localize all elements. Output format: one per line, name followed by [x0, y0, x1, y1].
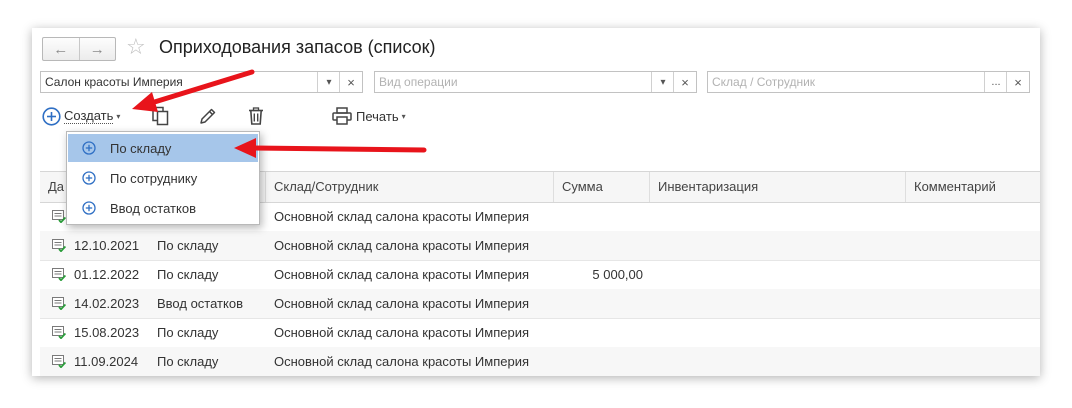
row-sum [553, 347, 643, 376]
menu-item-label: Ввод остатков [110, 200, 196, 216]
column-inventory[interactable]: Инвентаризация [649, 172, 905, 202]
posted-document-icon [52, 268, 66, 281]
posted-document-icon [52, 297, 66, 310]
row-type: По складу [157, 354, 219, 369]
copy-button[interactable] [151, 104, 171, 128]
column-warehouse[interactable]: Склад/Сотрудник [265, 172, 553, 202]
operation-clear-button[interactable]: × [673, 72, 696, 92]
close-icon: × [681, 74, 689, 90]
plus-circle-icon [42, 106, 61, 126]
row-sum [553, 231, 643, 260]
warehouse-select-button[interactable]: ... [984, 72, 1007, 92]
warehouse-filter-placeholder: Склад / Сотрудник [712, 75, 816, 89]
arrow-left-icon: ← [53, 40, 69, 58]
delete-button[interactable] [246, 104, 266, 128]
operation-dropdown-button[interactable]: ▾ [651, 72, 674, 92]
arrow-right-icon: → [89, 40, 105, 58]
organization-clear-button[interactable]: × [339, 72, 362, 92]
row-date: 15.08.2023 [74, 325, 140, 340]
chevron-down-icon: ▾ [660, 76, 666, 88]
edit-button[interactable] [198, 104, 218, 128]
row-warehouse: Основной склад салона красоты Империя [274, 354, 529, 369]
row-date: 12.10.2021 [74, 238, 140, 253]
row-sum: 5 000,00 [592, 267, 643, 282]
row-sum [553, 289, 643, 318]
printer-icon [332, 107, 352, 125]
row-warehouse: Основной склад салона красоты Империя [274, 296, 529, 311]
warehouse-clear-button[interactable]: × [1006, 72, 1029, 92]
column-sum[interactable]: Сумма [553, 172, 649, 202]
plus-circle-icon [82, 141, 96, 155]
posted-document-icon [52, 355, 66, 368]
back-button[interactable]: ← [43, 38, 79, 60]
row-warehouse: Основной склад салона красоты Империя [274, 209, 529, 224]
posted-document-icon [52, 210, 66, 223]
menu-item-label: По складу [110, 140, 172, 156]
row-warehouse: Основной склад салона красоты Империя [274, 267, 529, 282]
print-button-label: Печать [356, 108, 399, 124]
create-button-label: Создать [64, 108, 114, 124]
table-row[interactable]: 01.12.2022 По складу Основной склад сало… [40, 260, 1040, 290]
table-row[interactable]: 12.10.2021 По складу Основной склад сало… [40, 231, 1040, 261]
operation-filter[interactable]: Вид операции ▾ × [374, 71, 697, 93]
ellipsis-icon: ... [991, 76, 1001, 88]
pencil-icon [200, 108, 216, 124]
menu-item-opening-balance[interactable]: Ввод остатков [68, 194, 258, 222]
row-sum [553, 318, 643, 347]
row-type: По складу [157, 325, 219, 340]
operation-filter-placeholder: Вид операции [379, 75, 458, 89]
page-title: Оприходования запасов (список) [159, 37, 436, 57]
chevron-down-icon: ▾ [116, 111, 121, 121]
navigation-buttons: ← → [42, 37, 116, 61]
close-icon: × [1014, 74, 1022, 90]
table-row[interactable]: 11.09.2024 По складу Основной склад сало… [40, 347, 1040, 376]
trash-icon [249, 107, 263, 125]
create-dropdown-menu: По складу По сотруднику Ввод остатков [66, 131, 260, 225]
row-warehouse: Основной склад салона красоты Империя [274, 325, 529, 340]
print-button[interactable]: Печать ▾ [332, 104, 406, 128]
document-list-window: ← → ☆ Оприходования запасов (список) Сал… [32, 28, 1040, 376]
forward-button[interactable]: → [78, 38, 116, 60]
copy-icon [152, 106, 169, 126]
menu-item-by-employee[interactable]: По сотруднику [68, 164, 258, 192]
row-date: 14.02.2023 [74, 296, 140, 311]
row-type: Ввод остатков [157, 296, 243, 311]
row-date: 01.12.2022 [74, 267, 140, 282]
star-icon[interactable]: ☆ [126, 35, 146, 59]
table-row[interactable]: 15.08.2023 По складу Основной склад сало… [40, 318, 1040, 348]
plus-circle-icon [82, 171, 96, 185]
posted-document-icon [52, 326, 66, 339]
row-type: По складу [157, 267, 219, 282]
organization-filter[interactable]: Салон красоты Империя ▾ × [40, 71, 363, 93]
chevron-down-icon: ▾ [326, 76, 332, 88]
organization-filter-value: Салон красоты Империя [45, 75, 183, 89]
close-icon: × [347, 74, 355, 90]
create-button[interactable]: Создать ▾ [42, 104, 120, 128]
menu-item-by-warehouse[interactable]: По складу [68, 134, 258, 162]
chevron-down-icon: ▾ [401, 111, 406, 121]
organization-dropdown-button[interactable]: ▾ [317, 72, 340, 92]
posted-document-icon [52, 239, 66, 252]
menu-item-label: По сотруднику [110, 170, 198, 186]
row-type: По складу [157, 238, 219, 253]
column-comment[interactable]: Комментарий [905, 172, 1040, 202]
row-warehouse: Основной склад салона красоты Империя [274, 238, 529, 253]
table-row[interactable]: 14.02.2023 Ввод остатков Основной склад … [40, 289, 1040, 319]
row-sum [553, 202, 643, 231]
plus-circle-icon [82, 201, 96, 215]
warehouse-filter[interactable]: Склад / Сотрудник ... × [707, 71, 1030, 93]
row-date: 11.09.2024 [74, 354, 139, 369]
